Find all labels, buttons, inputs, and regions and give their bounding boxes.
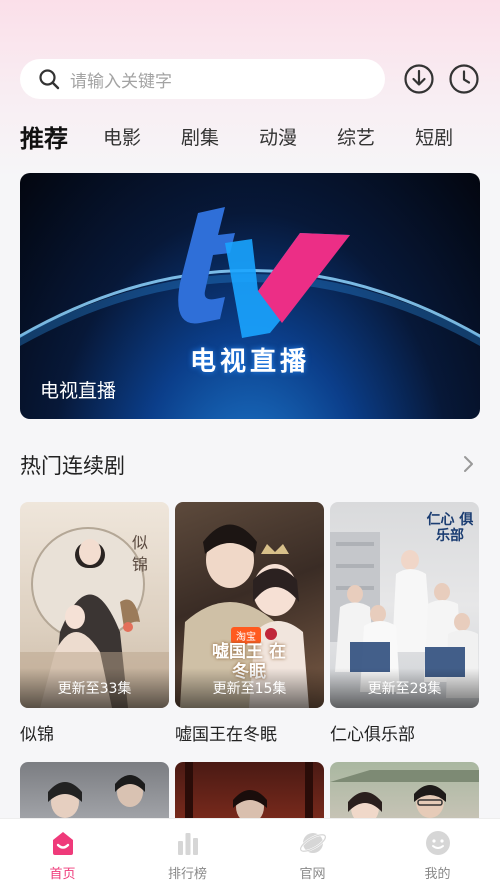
drama-poster[interactable] [330, 762, 479, 822]
category-tabs: 推荐 电影 剧集 动漫 综艺 短剧 [20, 118, 493, 154]
drama-title[interactable]: 仁心俱乐部 [330, 720, 479, 745]
episode-badge: 更新至33集 [20, 668, 169, 708]
drama-title[interactable]: 嘘国王在冬眠 [175, 720, 324, 745]
nav-official-label: 官网 [299, 867, 326, 882]
banner-caption: 电视直播 [40, 380, 117, 402]
search-row: 请输入关键字 [20, 58, 480, 100]
drama-poster[interactable]: 淘宝 嘘国王 在冬眠 更新至15集 [175, 502, 324, 708]
drama-title[interactable]: 似锦 [20, 720, 169, 745]
profile-icon [425, 831, 450, 855]
tab-anime[interactable]: 动漫 [259, 123, 297, 150]
section-title: 热门连续剧 [20, 454, 125, 478]
poster-artwork [185, 762, 313, 822]
poster-title-calligraphy: 似锦 [132, 533, 149, 574]
ranking-icon [177, 833, 198, 855]
planet-icon [299, 833, 326, 853]
tab-variety[interactable]: 综艺 [337, 123, 375, 150]
drama-poster[interactable]: 似锦 更新至33集 [20, 502, 169, 708]
banner-logo-text: 电视直播 [189, 347, 310, 377]
poster-title-art: 仁心 俱乐部 [426, 512, 474, 544]
chevron-right-icon[interactable] [460, 454, 476, 474]
nav-ranking[interactable]: 排行榜 [125, 819, 250, 888]
search-icon [39, 69, 60, 90]
drama-card[interactable]: 淘宝 嘘国王 在冬眠 更新至15集 嘘国王在冬眠 [175, 502, 324, 745]
episode-badge: 更新至28集 [330, 668, 479, 708]
drama-card[interactable]: 似锦 更新至33集 似锦 [20, 502, 169, 745]
tab-recommend[interactable]: 推荐 [20, 119, 68, 154]
home-icon [52, 832, 73, 855]
nav-ranking-label: 排行榜 [167, 867, 207, 882]
nav-official-site[interactable]: 官网 [250, 819, 375, 888]
drama-poster[interactable] [20, 762, 169, 822]
poster-artwork [48, 775, 145, 818]
search-input[interactable]: 请输入关键字 [20, 59, 385, 99]
search-placeholder: 请输入关键字 [70, 71, 172, 92]
drama-poster[interactable] [175, 762, 324, 822]
bottom-navigation: 首页 排行榜 官网 我的 [0, 818, 500, 888]
download-icon[interactable] [403, 63, 435, 95]
tab-series[interactable]: 剧集 [181, 123, 219, 150]
episode-badge: 更新至15集 [175, 668, 324, 708]
live-tv-banner[interactable]: 电视直播 电视直播 [20, 173, 480, 419]
nav-profile[interactable]: 我的 [375, 819, 500, 888]
drama-poster[interactable]: 仁心 俱乐部 更新至28集 [330, 502, 479, 708]
nav-home-label: 首页 [49, 867, 76, 882]
nav-home[interactable]: 首页 [0, 819, 125, 888]
history-clock-icon[interactable] [448, 63, 480, 95]
nav-profile-label: 我的 [424, 867, 451, 882]
drama-card[interactable]: 仁心 俱乐部 更新至28集 仁心俱乐部 [330, 502, 479, 745]
tab-short-drama[interactable]: 短剧 [415, 123, 453, 150]
poster-artwork [330, 770, 479, 822]
tab-movies[interactable]: 电影 [103, 123, 141, 150]
